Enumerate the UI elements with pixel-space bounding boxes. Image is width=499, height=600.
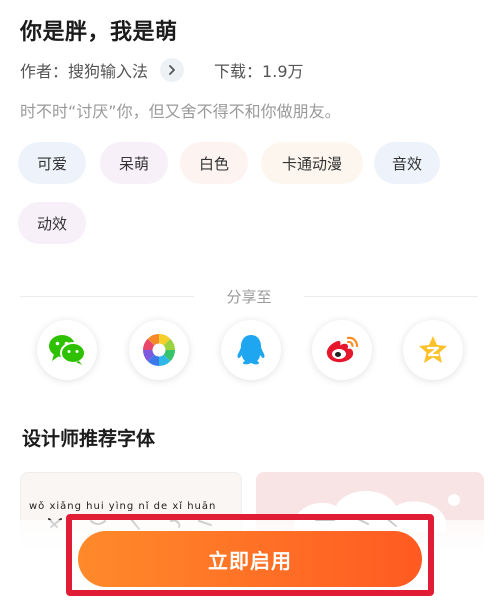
tag-adorable[interactable]: 呆萌 [100,142,168,184]
recommend-section-title: 设计师推荐字体 [22,428,156,450]
qzone-icon [419,336,447,363]
font-title: 你是胖，我是萌 [20,20,178,45]
tag-motion-effect[interactable]: 动效 [18,202,86,244]
author-label: 作者： [20,62,69,81]
tag-sound-effect[interactable]: 音效 [374,142,440,184]
share-qzone-button[interactable] [403,320,463,380]
wechat-icon [49,335,86,365]
share-weibo-button[interactable] [312,320,372,380]
author-link[interactable]: 作者： 搜狗输入法 [20,58,185,82]
author-name: 搜狗输入法 [68,62,149,81]
qq-icon [237,335,265,365]
font-meta: 作者： 搜狗输入法 下载：1.9万 [20,58,304,82]
share-moments-button[interactable] [129,320,189,380]
share-qq-button[interactable] [221,320,281,380]
tag-cartoon-anime[interactable]: 卡通动漫 [261,142,363,184]
downloads: 下载：1.9万 [214,58,303,82]
share-divider: 分享至 [20,286,478,306]
downloads-value: 1.9万 [262,62,304,81]
weibo-icon [326,336,359,363]
downloads-label: 下载： [214,62,263,81]
card-pinyin-text: wǒ xiǎng hui yìng nǐ de xǐ huān [29,501,217,512]
apply-now-button[interactable]: 立即启用 [78,531,422,587]
moments-icon [143,334,175,366]
chevron-right-icon[interactable] [160,58,185,82]
tag-white[interactable]: 白色 [180,142,248,184]
share-wechat-button[interactable] [37,320,97,380]
font-description: 时不时“讨厌”你，但又舍不得不和你做朋友。 [20,102,341,121]
divider-line-right [304,296,478,297]
tag-cute[interactable]: 可爱 [18,142,86,184]
